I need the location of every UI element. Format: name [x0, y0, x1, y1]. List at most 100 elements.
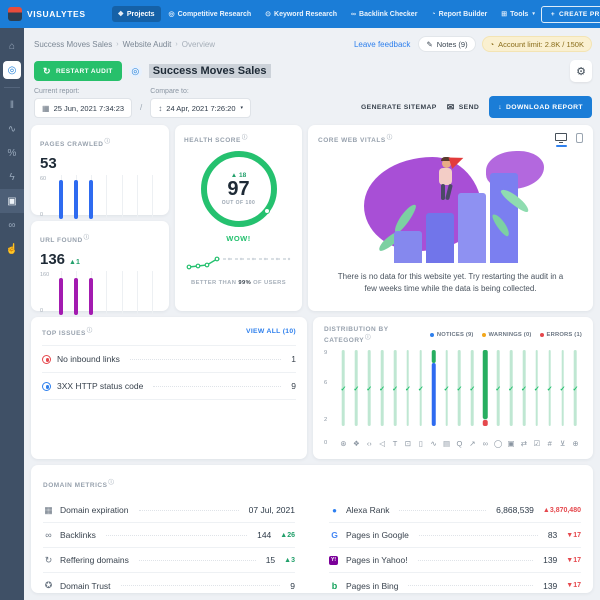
- speed-icon: ϟ: [9, 172, 14, 183]
- notices-dot-icon: [430, 333, 434, 337]
- gear-icon: ⚙: [576, 65, 586, 78]
- metric-label: Domain expiration: [60, 505, 129, 515]
- info-icon[interactable]: ⓘ: [87, 328, 93, 334]
- send-button[interactable]: ✉SEND: [447, 102, 479, 113]
- view-all-issues-link[interactable]: VIEW ALL (10): [246, 328, 296, 335]
- compare-report-select[interactable]: ↕24 Apr, 2021 7:26:20▾: [150, 98, 251, 118]
- core-web-vitals-card: CORE WEB VITALSⓘ: [308, 125, 593, 311]
- metric-row-backlinks: ∞ Backlinks 144 ▲26: [43, 523, 295, 548]
- health-score-value: 97: [227, 179, 249, 200]
- mini-chart-slot: [68, 271, 83, 315]
- leave-feedback-link[interactable]: Leave feedback: [354, 40, 411, 49]
- breadcrumb-section[interactable]: Website Audit: [123, 40, 172, 49]
- category-column-spark: ✓❖: [350, 350, 363, 450]
- nav-item-backlink-checker[interactable]: ∞Backlink Checker: [345, 7, 423, 22]
- restart-audit-label: RESTART AUDIT: [56, 68, 113, 75]
- metric-delta: ▲3: [284, 557, 295, 564]
- nav-item-report-builder[interactable]: ◔Report Builder: [425, 7, 493, 22]
- url-found-delta: ▲1: [69, 259, 80, 266]
- desktop-toggle-button[interactable]: [555, 133, 567, 147]
- check-icon: ✓: [341, 385, 347, 393]
- nav-item-competitive-research[interactable]: ◎Competitive Research: [163, 6, 258, 22]
- settings-button[interactable]: ⚙: [570, 60, 592, 82]
- info-icon[interactable]: ⓘ: [108, 480, 114, 486]
- sidebar-item-analytics[interactable]: ‖: [0, 93, 24, 117]
- pages-crawled-value: 53: [40, 155, 57, 172]
- issue-row-3xx-status[interactable]: 3XX HTTP status code 9: [42, 373, 296, 400]
- report-builder-icon: ◔: [431, 11, 435, 18]
- y-axis-max: 60: [40, 176, 51, 182]
- gauge-marker-dot: [264, 208, 270, 214]
- nav-item-keyword-research[interactable]: ⊙Keyword Research: [259, 6, 343, 22]
- performance-icon: ∿: [431, 438, 437, 450]
- nav-item-tools[interactable]: ⊞Tools▾: [495, 6, 541, 22]
- mini-chart-bar: [59, 278, 63, 315]
- sidebar-item-site-audit[interactable]: ▣: [0, 189, 24, 213]
- backlinks-icon: ∞: [43, 530, 54, 540]
- sidebar-item-feedback[interactable]: ☝: [0, 237, 24, 261]
- document-icon: ▤: [443, 438, 450, 450]
- account-limit-badge[interactable]: ◔Account limit: 2.8K / 150K: [482, 36, 592, 52]
- create-project-button[interactable]: +CREATE PROJECT: [541, 6, 600, 23]
- leader-line: [419, 535, 538, 536]
- legend-warnings: WARNINGS (0): [482, 332, 532, 338]
- backlink-checker-icon: ∞: [351, 11, 356, 18]
- category-column-external-link: ✓↗: [466, 350, 479, 450]
- info-icon[interactable]: ⓘ: [242, 135, 248, 141]
- sidebar-item-speed[interactable]: ϟ: [0, 165, 24, 189]
- category-column-code: ✓‹›: [363, 350, 376, 450]
- keywords-icon: %: [8, 148, 17, 159]
- sidebar-item-home[interactable]: ⌂: [0, 34, 24, 58]
- generate-sitemap-button[interactable]: GENERATE SITEMAP: [361, 104, 437, 111]
- category-column-document: ✓▤: [440, 350, 453, 450]
- brand-logo-icon[interactable]: [8, 7, 22, 21]
- main-content: Success Moves Sales › Website Audit › Ov…: [24, 28, 600, 600]
- category-column-performance: ∿: [427, 350, 440, 450]
- sidebar-item-backlinks[interactable]: ∞: [0, 213, 24, 237]
- illustration-stair: [426, 213, 454, 263]
- google-icon: G: [329, 530, 340, 540]
- analytics-icon: ‖: [10, 100, 14, 111]
- sidebar-item-rank-tracking[interactable]: ∿: [0, 117, 24, 141]
- distribution-chart: 9 6 2 0 ✓⊛✓❖✓‹›✓◁✓T✓⊡✓▯∿✓▤✓Q✓↗∞✓◯✓▣✓⇄✓☑✓…: [324, 350, 582, 450]
- keyword-research-icon: ⊙: [265, 10, 271, 18]
- info-icon[interactable]: ⓘ: [104, 139, 110, 145]
- site-audit-icon: ▣: [7, 196, 16, 207]
- check-icon: ✓: [534, 385, 540, 393]
- category-column-text: ✓T: [389, 350, 402, 450]
- current-report-date-picker[interactable]: ▦25 Jun, 2021 7:34:23: [34, 98, 132, 118]
- category-column-columns: ✓#: [543, 350, 556, 450]
- download-report-label: DOWNLOAD REPORT: [506, 104, 583, 111]
- check-icon: ✓: [508, 385, 514, 393]
- mini-chart-slot: [114, 175, 129, 219]
- sidebar-item-project[interactable]: ◎: [0, 58, 24, 82]
- info-icon[interactable]: ⓘ: [84, 235, 90, 241]
- restart-audit-button[interactable]: ↻RESTART AUDIT: [34, 61, 122, 81]
- project-title-input[interactable]: Success Moves Sales: [149, 64, 271, 78]
- metric-value: 139: [543, 555, 557, 565]
- mobile-icon: [576, 133, 583, 143]
- download-report-button[interactable]: ↓DOWNLOAD REPORT: [489, 96, 592, 118]
- sidebar-item-keywords[interactable]: %: [0, 141, 24, 165]
- competitive-research-icon: ◎: [169, 10, 175, 18]
- info-icon[interactable]: ⓘ: [387, 135, 393, 141]
- metric-value: 144: [257, 530, 271, 540]
- tools-icon: ⊞: [501, 10, 507, 18]
- info-icon[interactable]: ⓘ: [365, 335, 371, 341]
- mini-chart-bar: [59, 180, 63, 219]
- breadcrumb-current: Overview: [182, 40, 215, 49]
- breadcrumb-project[interactable]: Success Moves Sales: [34, 40, 112, 49]
- check-icon: ✓: [353, 385, 359, 393]
- nav-label: Competitive Research: [178, 11, 252, 18]
- issue-row-no-inbound-links[interactable]: No inbound links 1: [42, 346, 296, 373]
- notes-button[interactable]: ✎Notes (9): [418, 36, 475, 52]
- report-controls-row: Current report: ▦25 Jun, 2021 7:34:23 / …: [24, 82, 600, 118]
- leader-line: [130, 359, 281, 360]
- mobile-toggle-button[interactable]: [576, 133, 583, 143]
- check-icon: ✓: [444, 385, 450, 393]
- bing-icon: b: [329, 581, 340, 591]
- notes-label: Notes (9): [437, 40, 468, 49]
- domain-metrics-left-column: ▦ Domain expiration 07 Jul, 2021 ∞ Backl…: [43, 498, 295, 598]
- check-icon: ✓: [547, 385, 553, 393]
- nav-item-projects[interactable]: ❖Projects: [112, 6, 161, 22]
